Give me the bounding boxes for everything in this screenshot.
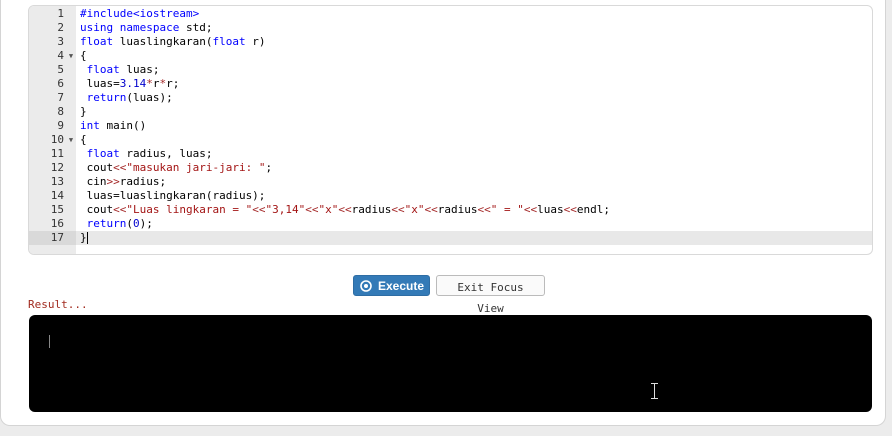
code-line[interactable]: 8} [29,105,872,119]
line-number: 5 [57,63,64,76]
code-line[interactable]: 10 ▼{ [29,133,872,147]
code-line[interactable]: 17} [29,231,872,245]
code-editor[interactable]: 1 #include<iostream> 2 using namespace std;… [28,5,873,255]
execute-button-label: Execute [378,279,425,293]
code-line[interactable]: 2 using namespace std; [29,21,872,35]
result-label: Result... [28,298,88,311]
text-cursor-icon [651,383,658,399]
code-text: using namespace std; [80,21,213,34]
line-number: 6 [57,77,64,90]
code-text: #include<iostream> [80,7,200,20]
code-text: luas=3.14*r*r; [80,77,180,90]
line-number: 3 [57,35,64,48]
code-line[interactable]: 13 cin>>radius; [29,175,872,189]
code-line[interactable]: 16 return(0); [29,217,872,231]
text-caret [86,232,88,244]
code-text: cout<<"Luas lingkaran = "<<"3,14"<<"x"<<… [80,203,610,216]
line-number: 9 [57,119,64,132]
result-terminal[interactable] [29,315,872,412]
code-line[interactable]: 4 ▼{ [29,49,872,63]
code-text: cin>>radius; [80,175,167,188]
code-text: return(luas); [86,91,173,104]
code-text: return(0); [86,217,153,230]
code-line[interactable]: 5 float luas; [29,63,872,77]
code-line[interactable]: 15 cout<<"Luas lingkaran = "<<"3,14"<<"x… [29,203,872,217]
code-text: luas=luaslingkaran(radius); [80,189,266,202]
line-number: 14 [50,189,64,202]
code-line[interactable]: 3 float luaslingkaran(float r) [29,35,872,49]
code-text: } [80,231,88,244]
code-line[interactable]: 12 cout<<"masukan jari-jari: "; [29,161,872,175]
fold-toggle-icon[interactable]: ▼ [67,49,75,63]
execute-button[interactable]: Execute [353,275,430,296]
code-text: cout<<"masukan jari-jari: "; [80,161,273,174]
code-text: float luaslingkaran(float r) [80,35,266,48]
line-number: 2 [57,21,64,34]
line-number: 13 [50,175,64,188]
line-number: 7 [57,91,64,104]
line-number: 11 [50,147,64,160]
line-number: 15 [50,203,64,216]
code-text: int main() [80,119,147,132]
line-number: 8 [57,105,64,118]
code-line[interactable]: 11 float radius, luas; [29,147,872,161]
code-text: } [80,105,87,118]
fold-toggle-icon[interactable]: ▼ [67,133,75,147]
code-line[interactable]: 7 return(luas); [29,91,872,105]
exit-focus-view-button[interactable]: Exit Focus View [436,275,545,315]
terminal-cursor [49,335,50,348]
code-line[interactable]: 6 luas=3.14*r*r; [29,77,872,91]
line-number: 1 [57,7,64,20]
line-number: 16 [50,217,64,230]
code-line[interactable]: 1 #include<iostream> [29,7,872,21]
line-number: 12 [50,161,64,174]
code-text: float luas; [86,63,160,76]
code-text: float radius, luas; [86,147,213,160]
play-circle-icon [360,280,372,292]
code-text: { [80,49,87,62]
code-line[interactable]: 14 luas=luaslingkaran(radius); [29,189,872,203]
app-frame: 1 #include<iostream> 2 using namespace std;… [0,0,886,426]
line-number: 17 [29,231,76,245]
code-lines[interactable]: 1 #include<iostream> 2 using namespace std;… [29,6,872,245]
code-text: { [80,133,87,146]
code-line[interactable]: 9 int main() [29,119,872,133]
